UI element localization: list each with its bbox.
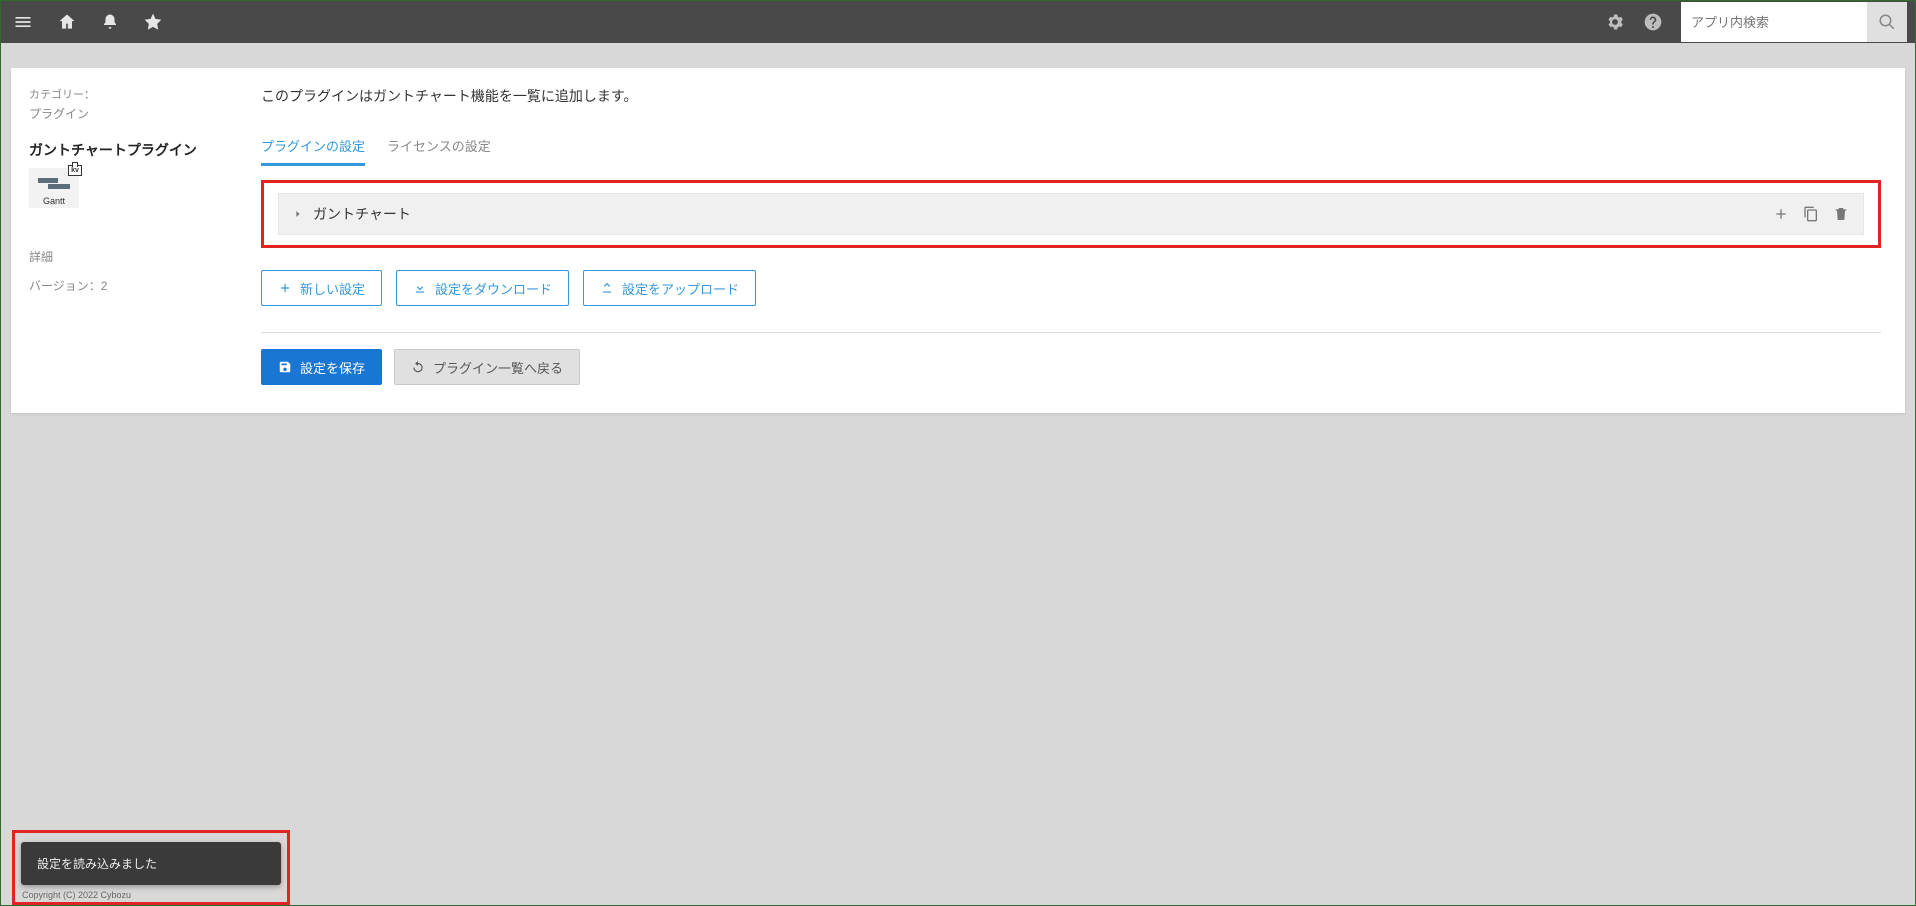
main-area: カテゴリー： プラグイン ガントチャートプラグイン kv Gantt 詳細 バー… [1, 43, 1915, 413]
header-right [1605, 2, 1907, 42]
divider [261, 332, 1881, 333]
plugin-description: このプラグインはガントチャート機能を一覧に追加します。 [261, 86, 1881, 106]
search-group [1681, 2, 1907, 42]
delete-icon[interactable] [1833, 206, 1849, 222]
new-setting-button[interactable]: 新しい設定 [261, 270, 382, 306]
download-setting-label: 設定をダウンロード [435, 279, 552, 298]
search-button[interactable] [1867, 2, 1907, 42]
copyright-text: Copyright (C) 2022 Cybozu [21, 885, 281, 902]
top-header [1, 1, 1915, 43]
setting-row-actions [1773, 206, 1849, 222]
tabs: プラグインの設定 ライセンスの設定 [261, 136, 1881, 166]
category-label: カテゴリー： [29, 86, 219, 102]
chevron-right-icon [293, 209, 303, 219]
copy-icon[interactable] [1803, 206, 1819, 222]
toast-highlight: 設定を読み込みました Copyright (C) 2022 Cybozu [12, 830, 290, 905]
help-icon[interactable] [1643, 12, 1663, 32]
gantt-bars-icon [38, 176, 70, 194]
save-button[interactable]: 設定を保存 [261, 349, 382, 385]
plugin-icon-label: Gantt [43, 196, 65, 206]
menu-icon[interactable] [13, 12, 33, 32]
panel: カテゴリー： プラグイン ガントチャートプラグイン kv Gantt 詳細 バー… [11, 68, 1905, 413]
content: このプラグインはガントチャート機能を一覧に追加します。 プラグインの設定 ライセ… [237, 68, 1905, 413]
back-label: プラグイン一覧へ戻る [433, 358, 563, 377]
category-value: プラグイン [29, 105, 219, 122]
toast-message: 設定を読み込みました [21, 842, 281, 885]
plugin-title: ガントチャートプラグイン [29, 140, 219, 160]
new-setting-label: 新しい設定 [300, 279, 365, 298]
action-buttons: 新しい設定 設定をダウンロード 設定をアップロード [261, 270, 1881, 306]
plugin-icon: kv Gantt [29, 168, 79, 208]
tab-license-settings[interactable]: ライセンスの設定 [387, 136, 491, 166]
header-left [9, 12, 163, 32]
gear-icon[interactable] [1605, 12, 1625, 32]
tab-plugin-settings[interactable]: プラグインの設定 [261, 136, 365, 166]
back-button[interactable]: プラグイン一覧へ戻る [394, 349, 580, 385]
setting-row-title: ガントチャート [313, 204, 411, 224]
bell-icon[interactable] [101, 12, 119, 32]
home-icon[interactable] [57, 12, 77, 32]
setting-row-highlight: ガントチャート [261, 180, 1881, 248]
setting-row[interactable]: ガントチャート [278, 193, 1864, 235]
search-input[interactable] [1681, 2, 1867, 42]
upload-setting-button[interactable]: 設定をアップロード [583, 270, 756, 306]
detail-label: 詳細 [29, 248, 219, 265]
save-label: 設定を保存 [300, 358, 365, 377]
sidebar: カテゴリー： プラグイン ガントチャートプラグイン kv Gantt 詳細 バー… [11, 68, 237, 413]
download-setting-button[interactable]: 設定をダウンロード [396, 270, 569, 306]
version-label: バージョン：2 [29, 277, 219, 294]
add-icon[interactable] [1773, 206, 1789, 222]
star-icon[interactable] [143, 12, 163, 32]
footer-actions: 設定を保存 プラグイン一覧へ戻る [261, 349, 1881, 385]
kv-badge-icon: kv [68, 165, 82, 176]
upload-setting-label: 設定をアップロード [622, 279, 739, 298]
